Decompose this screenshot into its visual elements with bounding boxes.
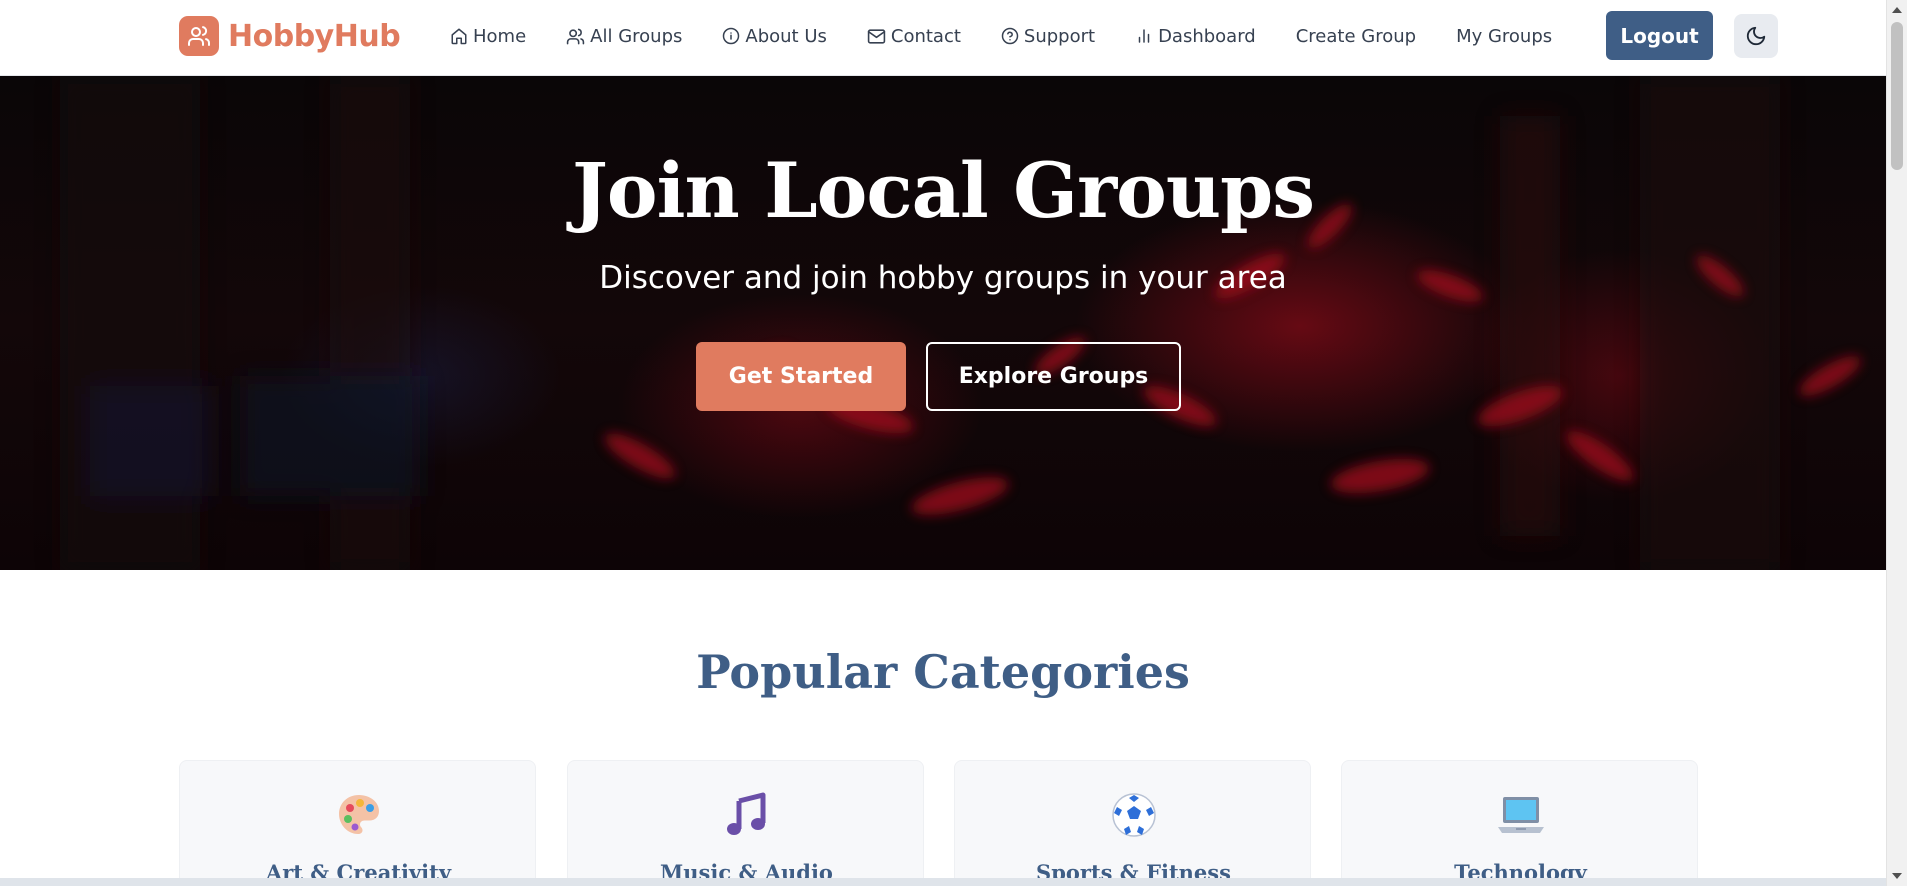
nav-link-label: Contact: [890, 25, 961, 47]
nav-link-about-us[interactable]: About Us: [722, 26, 827, 47]
help-circle-icon: [1001, 27, 1019, 45]
hero-subtitle: Discover and join hobby groups in your a…: [599, 260, 1287, 296]
nav-link-label: Dashboard: [1158, 25, 1256, 47]
categories-heading: Popular Categories: [696, 645, 1190, 699]
home-icon: [451, 28, 467, 45]
hero-title: Join Local Groups: [571, 146, 1315, 235]
bar-chart-icon: [1138, 29, 1150, 43]
nav-link-contact[interactable]: Contact: [867, 26, 961, 47]
horizontal-scrollbar[interactable]: [0, 878, 1886, 886]
category-card-art[interactable]: Art & Creativity: [179, 760, 536, 886]
palette-icon: [180, 791, 535, 839]
explore-groups-button[interactable]: Explore Groups: [926, 342, 1181, 411]
navbar: HobbyHub Home All Groups About Us Contac…: [0, 0, 1886, 76]
soccer-ball-icon: [955, 791, 1310, 839]
nav-link-support[interactable]: Support: [1001, 26, 1095, 47]
mail-icon: [867, 28, 886, 44]
nav-link-my-groups[interactable]: My Groups: [1456, 26, 1552, 47]
nav-link-label: About Us: [745, 25, 827, 47]
category-card-sports[interactable]: Sports & Fitness: [954, 760, 1311, 886]
vertical-scrollbar[interactable]: [1886, 0, 1907, 886]
get-started-button[interactable]: Get Started: [696, 342, 906, 411]
category-card-music[interactable]: Music & Audio: [567, 760, 924, 886]
brand-logo-link[interactable]: HobbyHub: [179, 16, 401, 56]
laptop-icon: [1342, 791, 1697, 839]
nav-link-label: Create Group: [1295, 25, 1417, 47]
scroll-down-arrow-icon[interactable]: [1892, 873, 1902, 879]
theme-toggle-button[interactable]: [1734, 14, 1778, 58]
scroll-up-arrow-icon[interactable]: [1892, 7, 1902, 13]
users-logo-icon: [179, 16, 219, 56]
category-cards: Art & Creativity Music & Audio Sports & …: [179, 760, 1700, 886]
nav-link-label: Home: [473, 25, 527, 47]
nav-link-home[interactable]: Home: [450, 26, 526, 47]
hero-section: Join Local Groups Discover and join hobb…: [0, 76, 1886, 570]
moon-icon: [1746, 26, 1766, 46]
nav-link-create-group[interactable]: Create Group: [1296, 26, 1416, 47]
nav-link-all-groups[interactable]: All Groups: [566, 26, 682, 47]
nav-link-dashboard[interactable]: Dashboard: [1135, 26, 1256, 47]
music-note-icon: [568, 791, 923, 839]
users-icon: [566, 28, 585, 44]
nav-link-label: My Groups: [1456, 25, 1553, 47]
hero-content: Join Local Groups Discover and join hobb…: [0, 76, 1886, 570]
brand-name: HobbyHub: [228, 18, 401, 54]
nav-link-label: All Groups: [590, 25, 683, 47]
category-card-technology[interactable]: Technology: [1341, 760, 1698, 886]
scrollbar-thumb[interactable]: [1891, 22, 1903, 170]
main-nav: Home All Groups About Us Contact Support…: [450, 0, 1592, 72]
info-icon: [723, 27, 740, 45]
logout-button[interactable]: Logout: [1606, 11, 1713, 60]
nav-link-label: Support: [1023, 25, 1096, 47]
